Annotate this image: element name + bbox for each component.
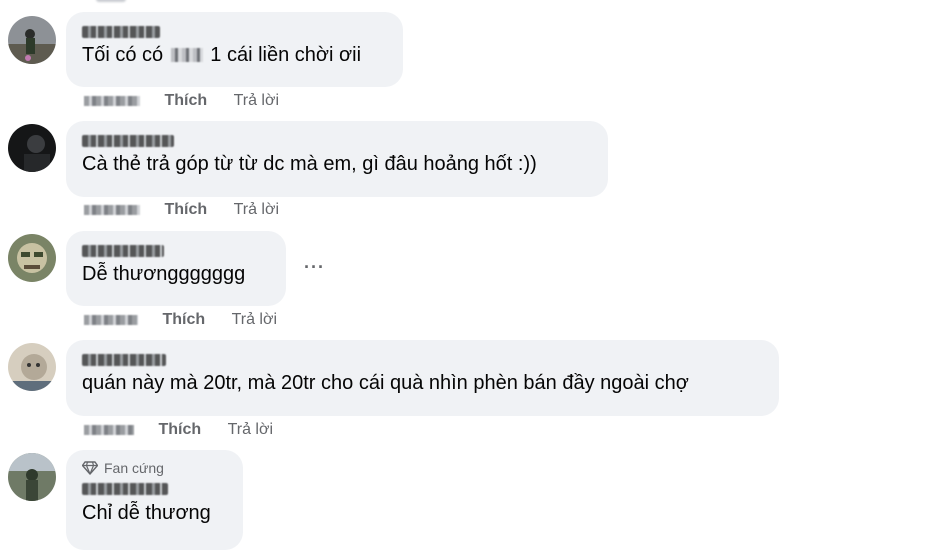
avatar[interactable] — [8, 124, 56, 172]
comment-bubble: Tối có có 1 cái liền chời ơii — [66, 12, 403, 87]
like-button[interactable]: Thích — [164, 92, 207, 110]
comment-text: Chỉ dễ thương — [82, 502, 211, 524]
avatar[interactable] — [8, 453, 56, 501]
author-name-redacted[interactable] — [82, 239, 270, 261]
comment-text: Tối có có 1 cái liền chời ơii — [82, 44, 362, 66]
avatar[interactable] — [8, 16, 56, 64]
truncated-action-above — [96, 0, 126, 2]
author-name-redacted[interactable] — [82, 129, 592, 151]
timestamp-redacted[interactable] — [84, 425, 134, 435]
comment-actions: Thích Trả lời — [84, 201, 279, 223]
comment-actions: Thích Trả lời — [84, 421, 273, 443]
comment-actions: Thích Trả lời — [84, 311, 277, 333]
comment-text: quán này mà 20tr, mà 20tr cho cái quà nh… — [82, 372, 689, 394]
author-name-redacted[interactable] — [82, 20, 387, 42]
fan-badge[interactable]: Fan cứng — [82, 458, 227, 478]
comment-actions: Thích Trả lời — [84, 92, 279, 114]
like-button[interactable]: Thích — [158, 421, 201, 439]
reply-button[interactable]: Trả lời — [234, 201, 279, 219]
comment-bubble: Dễ thươnggggggg — [66, 231, 286, 306]
redacted-text — [170, 48, 203, 62]
comment-text: Cà thẻ trả góp từ từ dc mà em, gì đâu ho… — [82, 153, 537, 175]
comment-bubble: quán này mà 20tr, mà 20tr cho cái quà nh… — [66, 340, 779, 416]
timestamp-redacted[interactable] — [84, 205, 140, 215]
comments-panel: Tối có có 1 cái liền chời ơii Thích Trả … — [0, 0, 929, 552]
like-button[interactable]: Thích — [164, 201, 207, 219]
avatar[interactable] — [8, 234, 56, 282]
timestamp-redacted[interactable] — [84, 96, 140, 106]
reply-button[interactable]: Trả lời — [232, 311, 277, 329]
timestamp-redacted[interactable] — [84, 315, 138, 325]
comment-bubble: Fan cứng Chỉ dễ thương — [66, 450, 243, 550]
reply-button[interactable]: Trả lời — [228, 421, 273, 439]
diamond-icon — [82, 461, 98, 475]
reply-button[interactable]: Trả lời — [234, 92, 279, 110]
author-name-redacted[interactable] — [82, 478, 227, 500]
like-button[interactable]: Thích — [162, 311, 205, 329]
comment-text: Dễ thươnggggggg — [82, 263, 246, 285]
comment-bubble: Cà thẻ trả góp từ từ dc mà em, gì đâu ho… — [66, 121, 608, 197]
more-options-button[interactable]: ··· — [304, 257, 325, 278]
avatar[interactable] — [8, 343, 56, 391]
author-name-redacted[interactable] — [82, 348, 763, 370]
badge-label: Fan cứng — [104, 460, 164, 476]
